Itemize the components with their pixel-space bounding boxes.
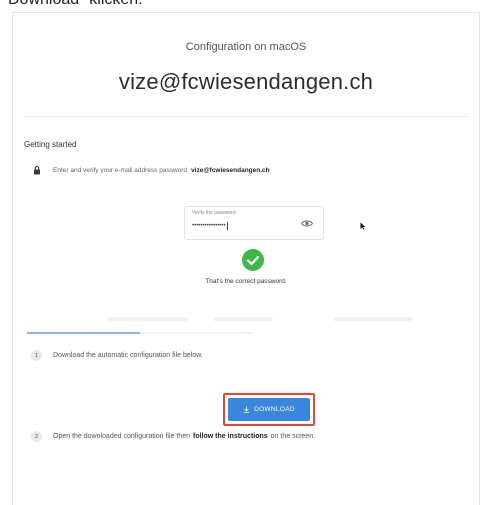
- step-number: 1: [31, 350, 42, 361]
- caption-text: Download" klicken.: [8, 0, 143, 9]
- download-button[interactable]: DOWNLOAD: [228, 398, 310, 421]
- section-title-getting-started: Getting started: [24, 140, 77, 149]
- config-card: Configuration on macOS vize@fcwiesendang…: [12, 12, 480, 505]
- password-input[interactable]: ••••••••••••••••: [192, 222, 228, 230]
- password-field-label: Verify the password: [192, 210, 236, 216]
- step-2: 2 Open the downloaded configuration file…: [31, 431, 315, 442]
- eye-icon[interactable]: [301, 219, 313, 228]
- step-1: 1 Download the automatic configuration f…: [31, 350, 203, 361]
- page-title: Configuration on macOS: [185, 41, 307, 53]
- download-icon: [243, 406, 250, 413]
- progress-fill: [27, 332, 140, 334]
- download-button-highlight: DOWNLOAD: [223, 393, 315, 426]
- password-correct-message: That's the correct password.: [205, 278, 287, 285]
- verify-password-field[interactable]: Verify the password ••••••••••••••••: [184, 206, 324, 240]
- step-text-suffix: on the screen.: [270, 433, 316, 440]
- mouse-cursor-icon: [360, 222, 366, 230]
- check-circle-icon: [242, 249, 264, 271]
- faded-row: [108, 317, 188, 321]
- progress-bar: [27, 332, 253, 334]
- instruction-text: Enter and verify your e-mail address pas…: [53, 166, 188, 174]
- step-text: Download the automatic configuration fil…: [53, 352, 203, 359]
- step-text: Open the downloaded configuration file t…: [53, 433, 190, 440]
- faded-row: [333, 317, 413, 321]
- faded-row: [213, 317, 273, 321]
- account-email-heading: vize@fcwiesendangen.ch: [118, 69, 374, 94]
- password-instruction: Enter and verify your e-mail address pas…: [32, 165, 270, 175]
- step-number: 2: [31, 431, 42, 442]
- step-text-bold: follow the instructions: [193, 433, 268, 440]
- lock-icon: [34, 166, 40, 175]
- instruction-email: vize@fcwiesendangen.ch: [191, 166, 270, 174]
- download-button-label: DOWNLOAD: [254, 406, 295, 413]
- header-divider: [23, 116, 469, 117]
